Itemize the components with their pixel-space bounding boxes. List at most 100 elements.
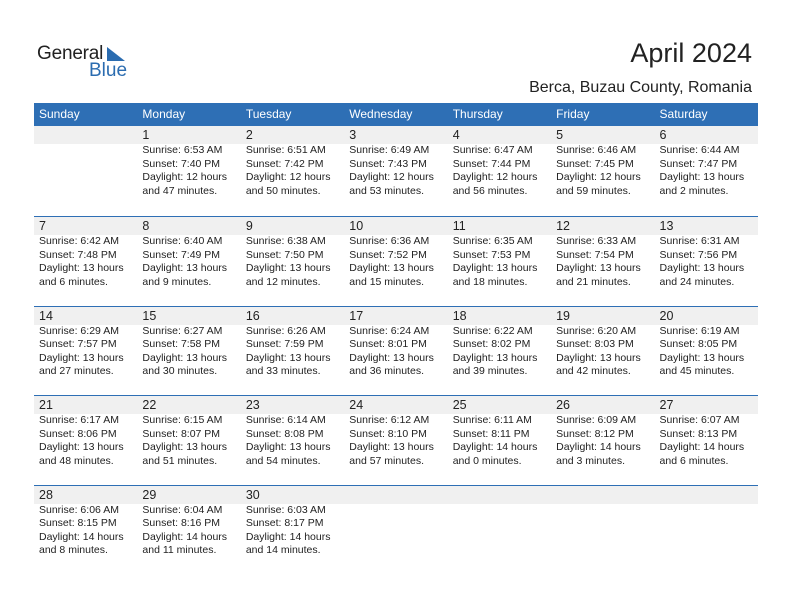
daylight-minutes: and 27 minutes. (39, 365, 114, 377)
daylight-hours: Daylight: 13 hours (245, 441, 331, 453)
daylight-hours: Daylight: 14 hours (142, 530, 228, 543)
sunset-time: Sunset: 8:07 PM (142, 427, 221, 440)
daylight-hours: Daylight: 13 hours (659, 171, 745, 183)
calendar-grid: Sunday Monday Tuesday Wednesday Thursday… (34, 103, 758, 574)
empty-day-cell (344, 486, 447, 558)
week-cells: 28 Sunrise: 6:06 AM Sunset: 8:15 PM Dayligh… (34, 486, 758, 558)
sunset-time: Sunset: 8:17 PM (245, 517, 324, 529)
sunset-time: Sunset: 8:01 PM (349, 338, 427, 350)
day-number: 27 (659, 398, 674, 412)
daylight-hours: Daylight: 12 hours (556, 171, 641, 183)
daylight-minutes: and 6 minutes. (39, 275, 108, 288)
daylight-minutes: and 8 minutes. (39, 544, 108, 556)
sunset-time: Sunset: 8:05 PM (659, 338, 738, 350)
daylight-minutes: and 56 minutes. (452, 184, 528, 197)
daylight-hours: Daylight: 13 hours (556, 351, 641, 364)
day-cell: 2 Sunrise: 6:51 AM Sunset: 7:42 PM Daylight… (241, 126, 344, 198)
day-number: 29 (142, 487, 157, 502)
week-row: 7 Sunrise: 6:42 AM Sunset: 7:48 PM Daylight… (34, 216, 758, 306)
day-number: 9 (245, 219, 253, 233)
sunset-time: Sunset: 8:16 PM (142, 517, 221, 529)
day-number: 18 (452, 308, 467, 323)
sunset-time: Sunset: 7:45 PM (556, 157, 634, 170)
daylight-minutes: and 59 minutes. (556, 184, 631, 197)
sunrise-time: Sunrise: 6:51 AM (245, 144, 326, 156)
day-number: 4 (452, 128, 460, 142)
month-title: April 2024 (630, 38, 752, 68)
daylight-hours: Daylight: 13 hours (245, 351, 331, 364)
logo-triangle-icon (107, 47, 125, 61)
sunrise-time: Sunrise: 6:42 AM (39, 235, 119, 247)
day-cell: 30 Sunrise: 6:03 AM Sunset: 8:17 PM Dayligh… (241, 486, 344, 558)
day-cell: 29 Sunrise: 6:04 AM Sunset: 8:16 PM Dayligh… (137, 486, 240, 558)
day-number: 3 (349, 128, 357, 142)
day-number: 26 (556, 398, 571, 412)
daylight-minutes: and 45 minutes. (659, 365, 735, 377)
daylight-hours: Daylight: 13 hours (452, 351, 538, 364)
daylight-hours: Daylight: 14 hours (659, 441, 745, 453)
sunrise-time: Sunrise: 6:22 AM (452, 324, 533, 337)
daylight-hours: Daylight: 14 hours (556, 441, 641, 453)
sunrise-time: Sunrise: 6:15 AM (142, 414, 223, 426)
daylight-hours: Daylight: 13 hours (142, 262, 228, 274)
day-number: 11 (452, 219, 466, 233)
day-cell: 28 Sunrise: 6:06 AM Sunset: 8:15 PM Dayligh… (34, 486, 137, 558)
sunset-time: Sunset: 7:49 PM (142, 248, 221, 261)
sunset-time: Sunset: 7:53 PM (452, 248, 531, 261)
day-cell: 10 Sunrise: 6:36 AM Sunset: 7:52 PM Dayligh… (344, 217, 447, 289)
sunrise-time: Sunrise: 6:40 AM (142, 235, 223, 247)
daylight-hours: Daylight: 14 hours (245, 530, 331, 543)
sunset-time: Sunset: 8:06 PM (39, 427, 117, 440)
day-cell: 21 Sunrise: 6:17 AM Sunset: 8:06 PM Dayligh… (34, 396, 137, 468)
daylight-minutes: and 33 minutes. (245, 365, 321, 377)
daylight-hours: Daylight: 13 hours (349, 262, 434, 274)
weekday-wednesday: Wednesday (349, 107, 413, 121)
sunrise-time: Sunrise: 6:53 AM (142, 144, 223, 156)
day-number: 16 (245, 308, 260, 323)
day-cell: 27 Sunrise: 6:07 AM Sunset: 8:13 PM Dayligh… (655, 396, 758, 468)
sunrise-time: Sunrise: 6:06 AM (39, 503, 119, 516)
week-cells: 1 Sunrise: 6:53 AM Sunset: 7:40 PM Daylight… (34, 126, 758, 198)
daylight-hours: Daylight: 14 hours (452, 441, 538, 453)
day-number: 28 (39, 487, 53, 502)
daylight-minutes: and 15 minutes. (349, 275, 424, 288)
sunrise-time: Sunrise: 6:33 AM (556, 235, 637, 247)
daylight-hours: Daylight: 13 hours (659, 351, 745, 364)
daylight-minutes: and 48 minutes. (39, 454, 114, 467)
weekday-tuesday: Tuesday (245, 107, 292, 121)
empty-day-cell (448, 486, 551, 558)
day-cell: 19 Sunrise: 6:20 AM Sunset: 8:03 PM Dayligh… (551, 307, 654, 379)
sunset-time: Sunset: 8:03 PM (556, 338, 634, 350)
weekday-sunday: Sunday (39, 107, 80, 121)
sunrise-time: Sunrise: 6:20 AM (556, 324, 637, 337)
daylight-minutes: and 21 minutes. (556, 275, 631, 288)
daylight-minutes: and 39 minutes. (452, 365, 528, 377)
day-cell: 4 Sunrise: 6:47 AM Sunset: 7:44 PM Daylight… (448, 126, 551, 198)
day-cell: 20 Sunrise: 6:19 AM Sunset: 8:05 PM Dayligh… (655, 307, 758, 379)
daylight-minutes: and 51 minutes. (142, 454, 218, 467)
day-number: 1 (142, 128, 150, 142)
sunset-time: Sunset: 7:40 PM (142, 157, 221, 170)
daylight-minutes: and 12 minutes. (245, 275, 321, 288)
sunset-time: Sunset: 7:56 PM (659, 248, 738, 261)
daylight-hours: Daylight: 13 hours (142, 441, 228, 453)
day-cell: 6 Sunrise: 6:44 AM Sunset: 7:47 PM Daylight… (655, 126, 758, 198)
daylight-minutes: and 57 minutes. (349, 454, 424, 467)
day-number: 20 (659, 308, 674, 323)
day-number: 7 (39, 219, 46, 233)
day-number: 19 (556, 308, 571, 323)
sunset-time: Sunset: 7:52 PM (349, 248, 427, 261)
day-cell: 26 Sunrise: 6:09 AM Sunset: 8:12 PM Dayligh… (551, 396, 654, 468)
weekday-thursday: Thursday (452, 107, 503, 121)
day-number: 24 (349, 398, 364, 412)
empty-day-cell (551, 486, 654, 558)
day-number: 30 (245, 487, 260, 502)
day-number: 6 (659, 128, 667, 142)
day-number: 10 (349, 219, 364, 233)
day-number: 13 (659, 219, 674, 233)
sunset-time: Sunset: 8:08 PM (245, 427, 324, 440)
sunset-time: Sunset: 7:44 PM (452, 157, 531, 170)
daylight-hours: Daylight: 12 hours (349, 171, 434, 183)
week-row: 28 Sunrise: 6:06 AM Sunset: 8:15 PM Dayligh… (34, 484, 758, 575)
week-cells: 21 Sunrise: 6:17 AM Sunset: 8:06 PM Dayligh… (34, 396, 758, 468)
